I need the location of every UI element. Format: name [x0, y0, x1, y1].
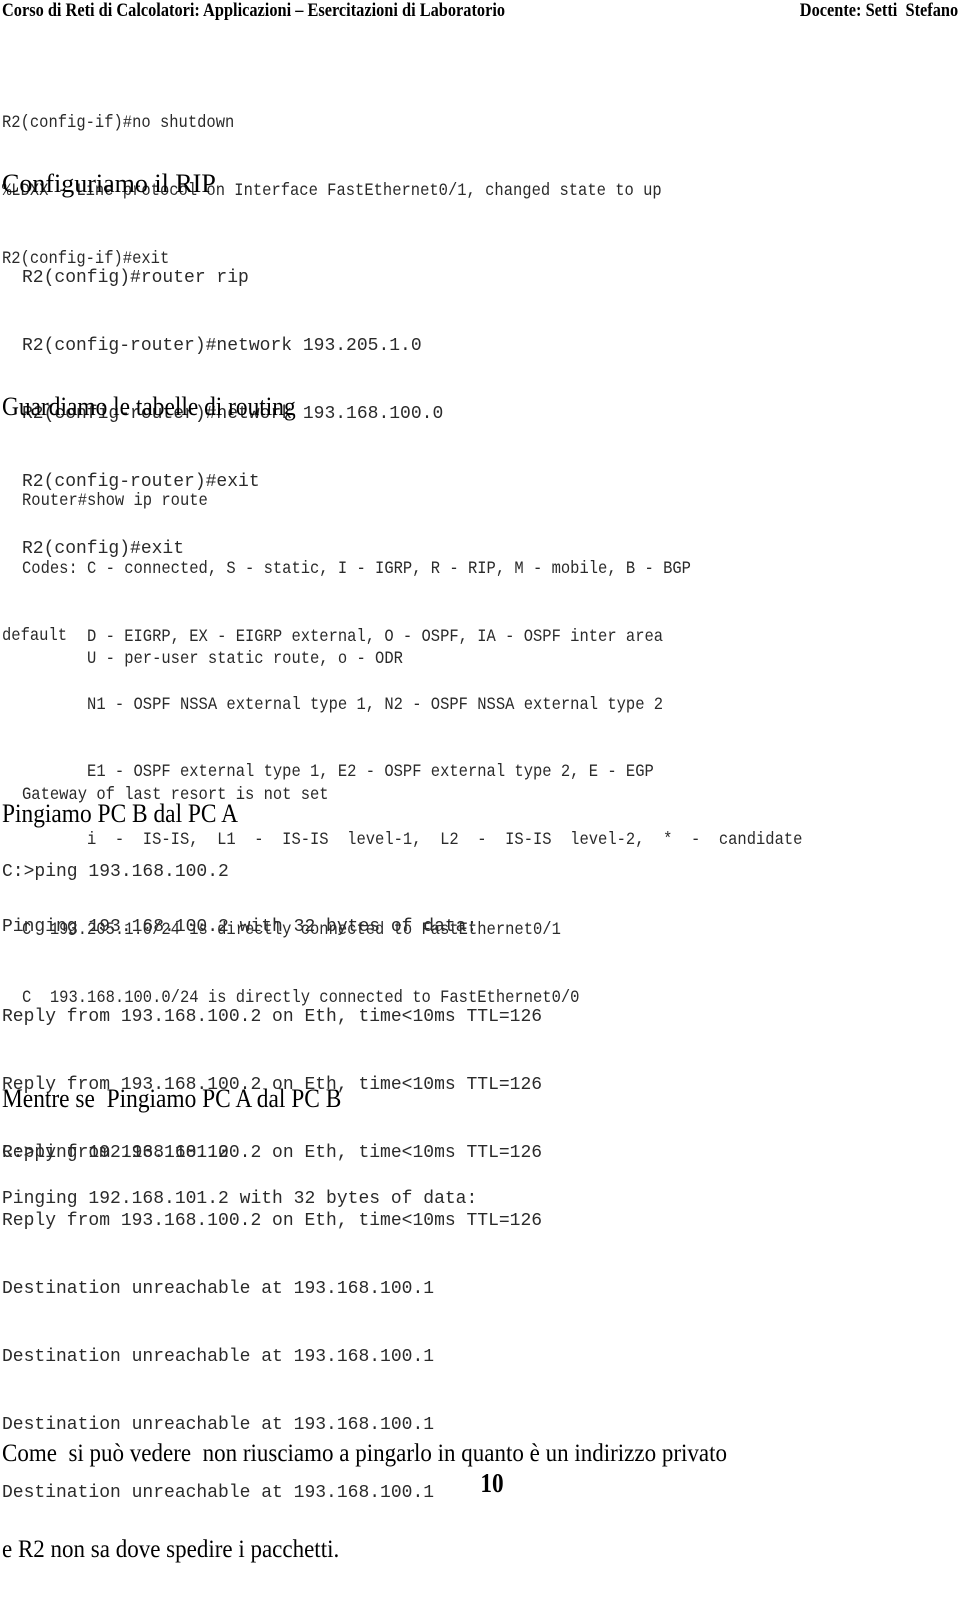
- section-heading-routing: Guardiamo le tabelle di routing: [2, 392, 296, 421]
- ping-b-pinging: Pinging 193.168.100.2 with 32 bytes of d…: [2, 917, 478, 937]
- reply-line: Reply from 193.168.100.2 on Eth, time<10…: [2, 1210, 543, 1231]
- ping-a-command: C:>ping 192.168.101.2: [2, 1143, 229, 1163]
- reply-line: Reply from 193.168.100.2 on Eth, time<10…: [2, 1007, 543, 1028]
- page-number: 10: [480, 1468, 504, 1498]
- conclusion-line: Come si può vedere non riusciamo a pinga…: [2, 1440, 727, 1467]
- course-title: Corso di Reti di Calcolatori: Applicazio…: [2, 0, 506, 21]
- console-line: Codes: C - connected, S - static, I - IG…: [22, 558, 691, 579]
- section-heading-ping-a: Mentre se Pingiamo PC A dal PC B: [2, 1084, 342, 1113]
- section-heading-ping-b: Pingiamo PC B dal PC A: [2, 799, 239, 828]
- unreachable-line: Destination unreachable at 193.168.100.1: [2, 1279, 435, 1300]
- teacher-name: Docente: Setti Stefano: [799, 0, 958, 21]
- conclusion-line: e R2 non sa dove spedire i pacchetti.: [2, 1536, 340, 1563]
- console-line: R2(config-if)#no shutdown: [2, 113, 235, 134]
- console-line: U - per-user static route, o - ODR: [22, 649, 403, 670]
- ping-b-command: C:>ping 193.168.100.2: [2, 862, 229, 882]
- console-line: Router#show ip route: [22, 491, 208, 512]
- unreachable-line: Destination unreachable at 193.168.100.1: [2, 1346, 435, 1367]
- section-heading-rip: Configuriamo il RIP: [2, 169, 216, 198]
- console-line: R2(config-router)#network 193.205.1.0: [22, 335, 422, 356]
- ping-a-pinging: Pinging 192.168.101.2 with 32 bytes of d…: [2, 1189, 478, 1209]
- console-line: R2(config)#router rip: [22, 268, 249, 289]
